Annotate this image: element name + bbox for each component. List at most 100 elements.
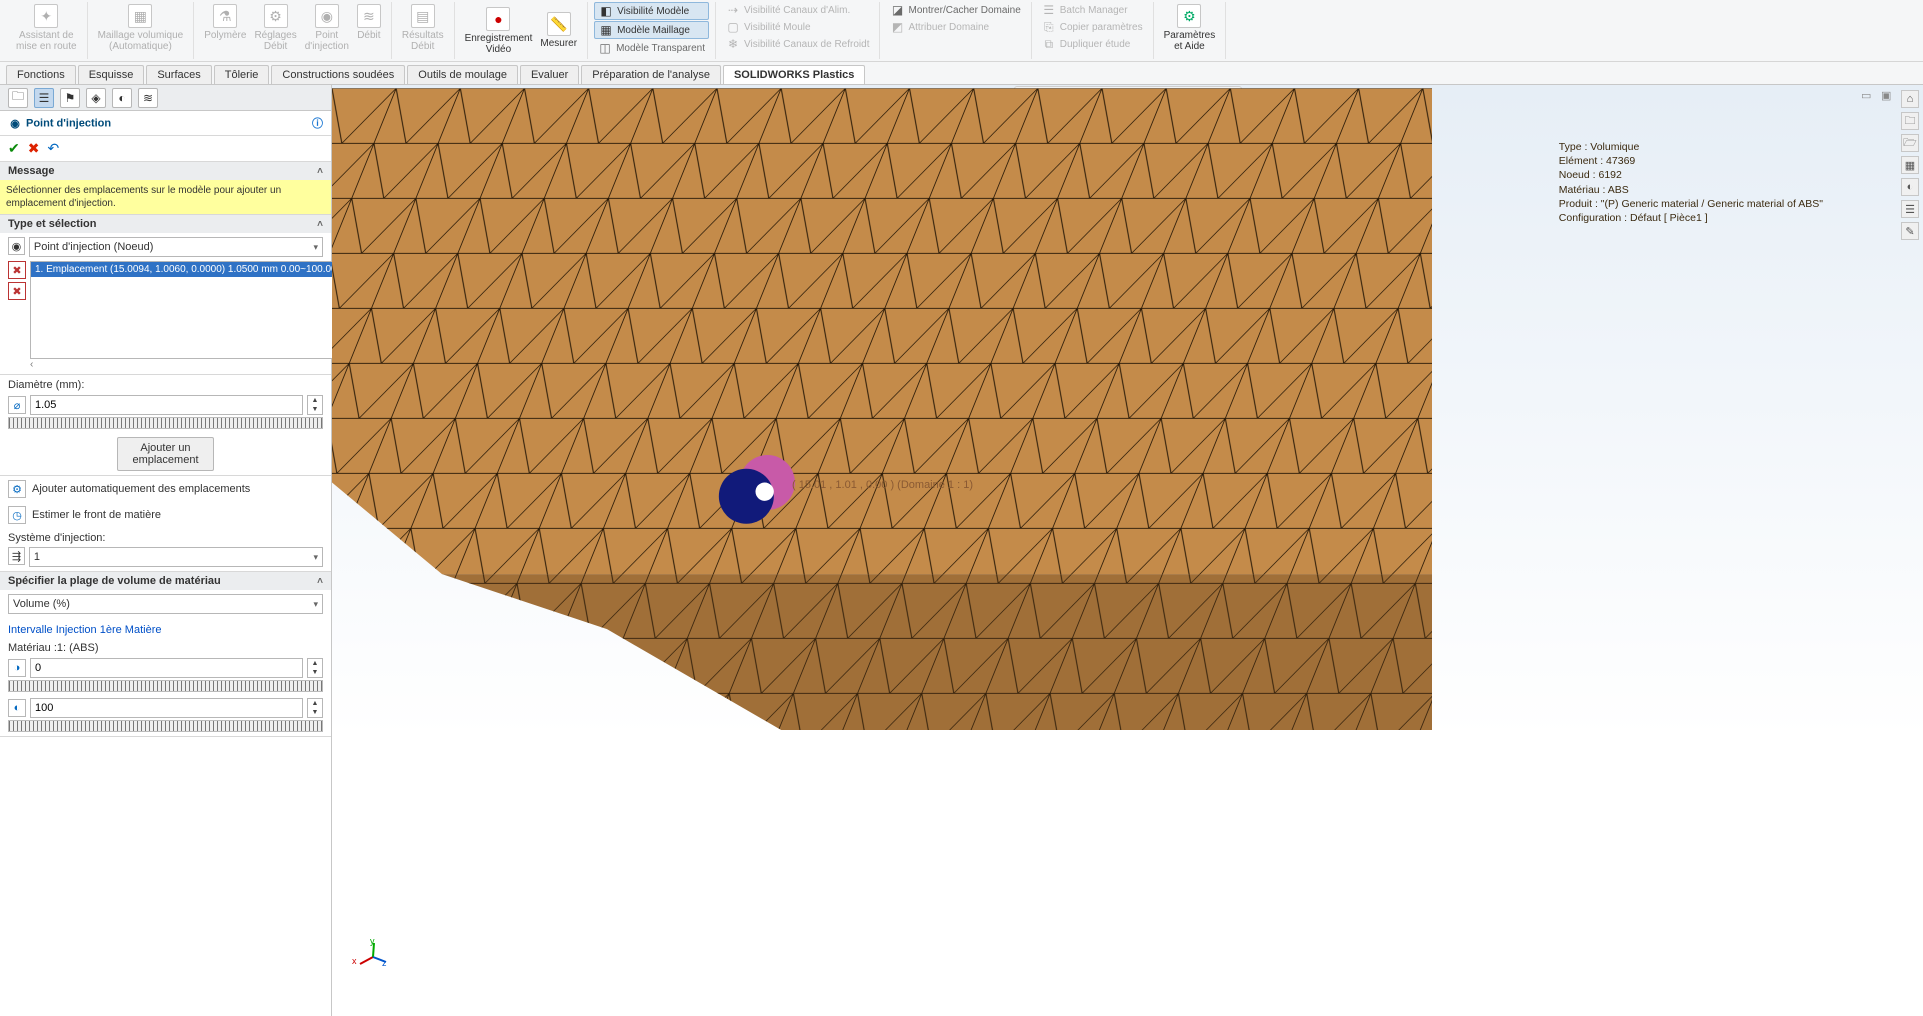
tab-plastics[interactable]: SOLIDWORKS Plastics — [723, 65, 865, 84]
list-item[interactable]: 1. Emplacement (15.0094, 1.0060, 0.0000)… — [31, 262, 350, 277]
gear-help-icon: ⚙ — [1177, 4, 1201, 28]
pm-tab-plastics[interactable]: ≋ — [138, 88, 158, 108]
ribbon-injection-point[interactable]: ◉ Point d'injection — [301, 2, 353, 54]
help-icon[interactable]: ⓘ — [312, 115, 323, 131]
ribbon-flow[interactable]: ≋ Débit — [353, 2, 385, 43]
ribbon-mesh-auto[interactable]: ▦ Maillage volumique (Automatique) — [94, 2, 188, 54]
range-end-icon: ◐ — [8, 699, 26, 717]
polymer-icon: ⚗ — [213, 4, 237, 28]
ok-button[interactable]: ✔ — [8, 140, 20, 157]
auto-add-row[interactable]: ⚙ Ajouter automatiquement des emplacemen… — [0, 476, 331, 502]
show-hide-domain[interactable]: ◪ Montrer/Cacher Domaine — [886, 2, 1024, 18]
duplicate-icon: ⧉ — [1042, 37, 1056, 51]
ribbon-flow-results[interactable]: ▤ Résultats Débit — [398, 2, 448, 54]
pm-tab-display[interactable]: ◈ — [86, 88, 106, 108]
remove-all-button[interactable]: ✖ — [8, 282, 26, 300]
injection-icon: ◉ — [315, 4, 339, 28]
tab-surfaces[interactable]: Surfaces — [146, 65, 211, 84]
toggle-runner-visibility[interactable]: ⇢ Visibilité Canaux d'Alim. — [722, 2, 873, 18]
estimate-flow-row[interactable]: ◷ Estimer le front de matière — [0, 502, 331, 528]
toggle-transparent[interactable]: ◫ Modèle Transparent — [594, 40, 709, 56]
range-end-input[interactable] — [30, 698, 303, 718]
channel-icon: ⇢ — [726, 3, 740, 17]
command-tabs: Fonctions Esquisse Surfaces Tôlerie Cons… — [0, 62, 1923, 85]
scroll-left[interactable]: ‹ — [30, 359, 33, 370]
pm-tab-config[interactable]: ⚑ — [60, 88, 80, 108]
copy-icon: ⎘ — [1042, 20, 1056, 34]
section-type-header[interactable]: Type et sélection˄ — [0, 215, 331, 233]
diameter-spinner[interactable]: ▲▼ — [307, 395, 323, 415]
range-start-icon: ◑ — [8, 659, 26, 677]
batch-manager[interactable]: ☰ Batch Manager — [1038, 2, 1147, 18]
cancel-button[interactable]: ✖ — [28, 140, 40, 157]
remove-location-button[interactable]: ✖ — [8, 261, 26, 279]
pm-tab-feature[interactable]: 🗀 — [8, 88, 28, 108]
mesh-info: Type : Volumique Elément : 47369 Noeud :… — [1559, 140, 1823, 225]
injection-coord-label: ( 15.01 , 1.01 , 0.00 ) (Domaine 1 : 1) — [792, 479, 973, 491]
assign-domain[interactable]: ◩ Attribuer Domaine — [886, 19, 1024, 35]
ribbon-flow-settings[interactable]: ⚙ Réglages Débit — [250, 2, 300, 54]
file-explorer-icon[interactable]: 🗁 — [1901, 134, 1919, 152]
copy-params[interactable]: ⎘ Copier paramètres — [1038, 19, 1147, 35]
ribbon-record-video[interactable]: ● Enregistrement Vidéo — [461, 5, 537, 57]
pm-tab-props[interactable]: ☰ — [34, 88, 54, 108]
chevron-up-icon: ˄ — [317, 219, 323, 230]
range-end-slider[interactable] — [8, 720, 323, 732]
design-lib-icon[interactable]: 🗀 — [1901, 112, 1919, 130]
add-location-button[interactable]: Ajouter un emplacement — [117, 437, 213, 471]
orientation-triad[interactable]: x y z — [352, 936, 392, 976]
pm-tabs: 🗀 ☰ ⚑ ◈ ◐ ≋ — [0, 85, 331, 111]
diameter-slider[interactable] — [8, 417, 323, 429]
range-start-slider[interactable] — [8, 680, 323, 692]
vp-min-icon[interactable]: ▭ — [1861, 89, 1875, 103]
duplicate-study[interactable]: ⧉ Dupliquer étude — [1038, 36, 1147, 52]
ribbon-assistant[interactable]: ✦ Assistant de mise en route — [12, 2, 81, 54]
range-start-spinner[interactable]: ▲▼ — [307, 658, 323, 678]
batch-icon: ☰ — [1042, 3, 1056, 17]
diameter-icon: ⌀ — [8, 396, 26, 414]
diameter-input[interactable] — [30, 395, 303, 415]
auto-icon: ⚙ — [8, 480, 26, 498]
toggle-mesh-visibility[interactable]: ▦ Modèle Maillage — [594, 21, 709, 39]
undo-button[interactable]: ↶ — [47, 140, 59, 157]
vp-max-icon[interactable]: ▣ — [1881, 89, 1895, 103]
cube-icon: ◧ — [599, 4, 613, 18]
view-palette-icon[interactable]: ▦ — [1901, 156, 1919, 174]
injection-system-select[interactable]: 1▾ — [29, 547, 323, 567]
sw-resources-icon[interactable]: ⌂ — [1901, 90, 1919, 108]
tab-moulage[interactable]: Outils de moulage — [407, 65, 518, 84]
tab-evaluer[interactable]: Evaluer — [520, 65, 579, 84]
toggle-mold-visibility[interactable]: ▢ Visibilité Moule — [722, 19, 873, 35]
toggle-model-visibility[interactable]: ◧ Visibilité Modèle — [594, 2, 709, 20]
tab-soudees[interactable]: Constructions soudées — [271, 65, 405, 84]
tab-prep-analyse[interactable]: Préparation de l'analyse — [581, 65, 721, 84]
chevron-up-icon: ˄ — [317, 576, 323, 587]
injection-system-label: Système d'injection: — [8, 532, 323, 544]
range-start-input[interactable] — [30, 658, 303, 678]
cooling-icon: ❄ — [726, 37, 740, 51]
record-icon: ● — [486, 7, 510, 31]
tab-tolerie[interactable]: Tôlerie — [214, 65, 270, 84]
volume-unit-select[interactable]: Volume (%)▾ — [8, 594, 323, 614]
ribbon-measure[interactable]: 📏 Mesurer — [536, 10, 581, 51]
appearances-icon[interactable]: ◐ — [1901, 178, 1919, 196]
range-end-spinner[interactable]: ▲▼ — [307, 698, 323, 718]
wizard-icon: ✦ — [34, 4, 58, 28]
material-label: Matériau :1: (ABS) — [8, 642, 323, 654]
custom-props-icon[interactable]: ☰ — [1901, 200, 1919, 218]
diameter-label: Diamètre (mm): — [8, 379, 323, 391]
section-message-header[interactable]: Message˄ — [0, 162, 331, 180]
tab-esquisse[interactable]: Esquisse — [78, 65, 145, 84]
flow-icon: ≋ — [357, 4, 381, 28]
toggle-cooling-visibility[interactable]: ❄ Visibilité Canaux de Refroidt — [722, 36, 873, 52]
tab-fonctions[interactable]: Fonctions — [6, 65, 76, 84]
forum-icon[interactable]: ✎ — [1901, 222, 1919, 240]
location-list[interactable]: 1. Emplacement (15.0094, 1.0060, 0.0000)… — [30, 261, 351, 359]
graphics-viewport[interactable]: ▭ ▣ ✕ ⤢ ⌕ ↶ ◫ ⬚ ◧ 👁 🎨 ☼ ⚙ ◆ Pièce1 (Défa… — [332, 85, 1923, 1016]
ribbon-polymer[interactable]: ⚗ Polymère — [200, 2, 250, 43]
ribbon-help[interactable]: ⚙ Paramètres et Aide — [1160, 2, 1220, 54]
settings-icon: ⚙ — [264, 4, 288, 28]
injection-type-select[interactable]: Point d'injection (Noeud)▾ — [29, 237, 323, 257]
section-volume-header[interactable]: Spécifier la plage de volume de matériau… — [0, 572, 331, 590]
pm-tab-appearance[interactable]: ◐ — [112, 88, 132, 108]
